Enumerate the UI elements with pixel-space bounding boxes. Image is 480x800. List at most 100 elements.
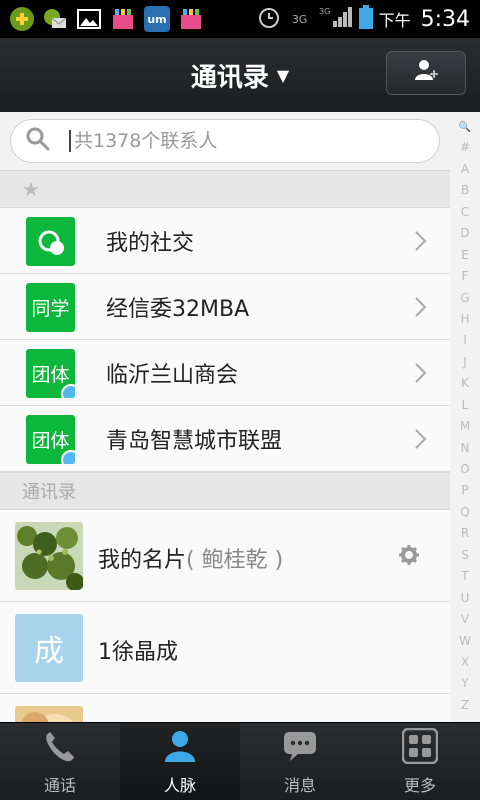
3g-signal-icon: 3G	[319, 5, 353, 33]
group-row-chamber[interactable]: 团体 临沂兰山商会	[0, 340, 450, 406]
add-contact-button[interactable]	[386, 51, 466, 95]
envelope-icon	[42, 6, 68, 32]
gear-icon[interactable]	[398, 544, 420, 570]
my-card-row[interactable]: 我的名片( 鲍桂乾 )	[0, 510, 450, 602]
contact-row[interactable]	[0, 694, 450, 722]
tab-more[interactable]: 更多	[360, 723, 480, 800]
index-letter[interactable]: M	[460, 419, 470, 433]
alphabet-index[interactable]: 🔍 # A B C D E F G H I J K L M N O P Q R S T U V W X Y Z	[450, 122, 480, 712]
index-letter[interactable]: I	[463, 333, 467, 347]
avatar	[15, 522, 83, 590]
index-letter[interactable]: D	[460, 226, 469, 240]
star-icon: ★	[22, 177, 40, 201]
index-letter[interactable]: E	[461, 248, 469, 262]
group-row-social[interactable]: 我的社交	[0, 208, 450, 274]
tab-label: 消息	[283, 775, 316, 795]
group-badge-text: 团体	[31, 430, 70, 452]
index-letter[interactable]: T	[461, 569, 468, 583]
time-ampm: 下午	[378, 11, 411, 30]
tab-calls[interactable]: 通话	[0, 723, 120, 800]
index-letter[interactable]: W	[459, 634, 471, 648]
triangle-down-icon: ▼	[276, 65, 290, 85]
index-letter[interactable]: P	[461, 483, 468, 497]
index-letter[interactable]: N	[461, 441, 470, 455]
alarm-icon	[257, 5, 281, 33]
group-badge: 团体	[26, 349, 75, 398]
social-icon	[26, 217, 75, 266]
my-card-title: 我的名片	[98, 548, 187, 573]
index-letter[interactable]: Q	[460, 505, 469, 519]
group-badge: 团体	[26, 415, 75, 464]
add-person-icon	[413, 58, 439, 88]
phone-icon	[42, 728, 78, 768]
index-search-icon[interactable]: 🔍	[459, 122, 471, 133]
index-letter[interactable]: A	[461, 162, 469, 176]
bottom-tab-bar: 通话 人脉 消息 更多	[0, 722, 480, 800]
favorites-section-header: ★	[0, 170, 450, 208]
index-letter[interactable]: V	[461, 612, 469, 626]
chevron-right-icon	[414, 230, 428, 256]
person-icon	[162, 728, 198, 768]
index-letter[interactable]: G	[460, 291, 469, 305]
section-label: 通讯录	[22, 482, 76, 503]
index-letter[interactable]: K	[461, 376, 469, 390]
my-card-owner: ( 鲍桂乾 )	[186, 548, 284, 573]
picture-icon	[76, 6, 102, 32]
um-app-icon: um	[144, 6, 170, 32]
search-input[interactable]	[69, 130, 399, 152]
index-letter[interactable]: H	[460, 312, 469, 326]
index-letter[interactable]: O	[460, 462, 469, 476]
tab-contacts[interactable]: 人脉	[120, 723, 240, 800]
group-corner-icon	[61, 450, 75, 464]
index-letter[interactable]: R	[461, 526, 469, 540]
header-bar: 通讯录 ▼	[0, 38, 480, 112]
search-box[interactable]	[10, 119, 440, 163]
group-corner-icon	[61, 384, 75, 398]
contact-row[interactable]: 成 1徐晶成	[0, 602, 450, 694]
index-letter[interactable]: S	[461, 548, 469, 562]
battery-icon	[358, 5, 373, 33]
avatar	[15, 706, 83, 722]
group-row-smartcity[interactable]: 团体 青岛智慧城市联盟	[0, 406, 450, 472]
tab-label: 人脉	[163, 775, 196, 795]
index-letter[interactable]: L	[462, 398, 469, 412]
title-dropdown[interactable]: 通讯录 ▼	[191, 57, 289, 94]
clock-time: 5:34	[420, 6, 470, 32]
chevron-right-icon	[414, 428, 428, 454]
index-letter[interactable]: J	[463, 355, 467, 369]
group-label: 临沂兰山商会	[106, 362, 239, 388]
group-label: 青岛智慧城市联盟	[106, 428, 283, 454]
index-letter[interactable]: Z	[461, 698, 469, 712]
group-label: 我的社交	[106, 230, 195, 256]
group-row-classmates[interactable]: 同学 经信委32MBA	[0, 274, 450, 340]
index-letter[interactable]: Y	[461, 676, 468, 690]
page-title: 通讯录	[190, 62, 269, 93]
shop-icon	[178, 6, 204, 32]
avatar-initial: 成	[34, 634, 64, 669]
plus-circle-icon	[10, 7, 34, 31]
shop-icon	[110, 6, 136, 32]
message-icon	[282, 728, 318, 768]
search-icon	[25, 126, 51, 156]
tab-messages[interactable]: 消息	[240, 723, 360, 800]
index-letter[interactable]: #	[460, 140, 470, 154]
group-label: 经信委32MBA	[106, 296, 250, 322]
chevron-right-icon	[414, 362, 428, 388]
index-letter[interactable]: B	[461, 183, 469, 197]
contact-name: 1徐晶成	[98, 640, 178, 665]
tab-label: 通话	[43, 775, 76, 795]
index-letter[interactable]: X	[461, 655, 469, 669]
chevron-right-icon	[414, 296, 428, 322]
svg-text:3G: 3G	[319, 7, 330, 16]
status-bar: um 3G 3G 下午 5:34	[0, 0, 480, 38]
avatar: 成	[15, 614, 83, 682]
index-letter[interactable]: F	[462, 269, 469, 283]
grid-icon	[401, 727, 439, 768]
3g-icon: 3G	[291, 12, 308, 26]
index-letter[interactable]: C	[461, 205, 469, 219]
my-card-label: 我的名片( 鲍桂乾 )	[98, 542, 283, 574]
contacts-section-header: 通讯录	[0, 472, 450, 510]
tab-label: 更多	[403, 775, 436, 795]
search-area	[0, 112, 450, 170]
index-letter[interactable]: U	[461, 591, 470, 605]
